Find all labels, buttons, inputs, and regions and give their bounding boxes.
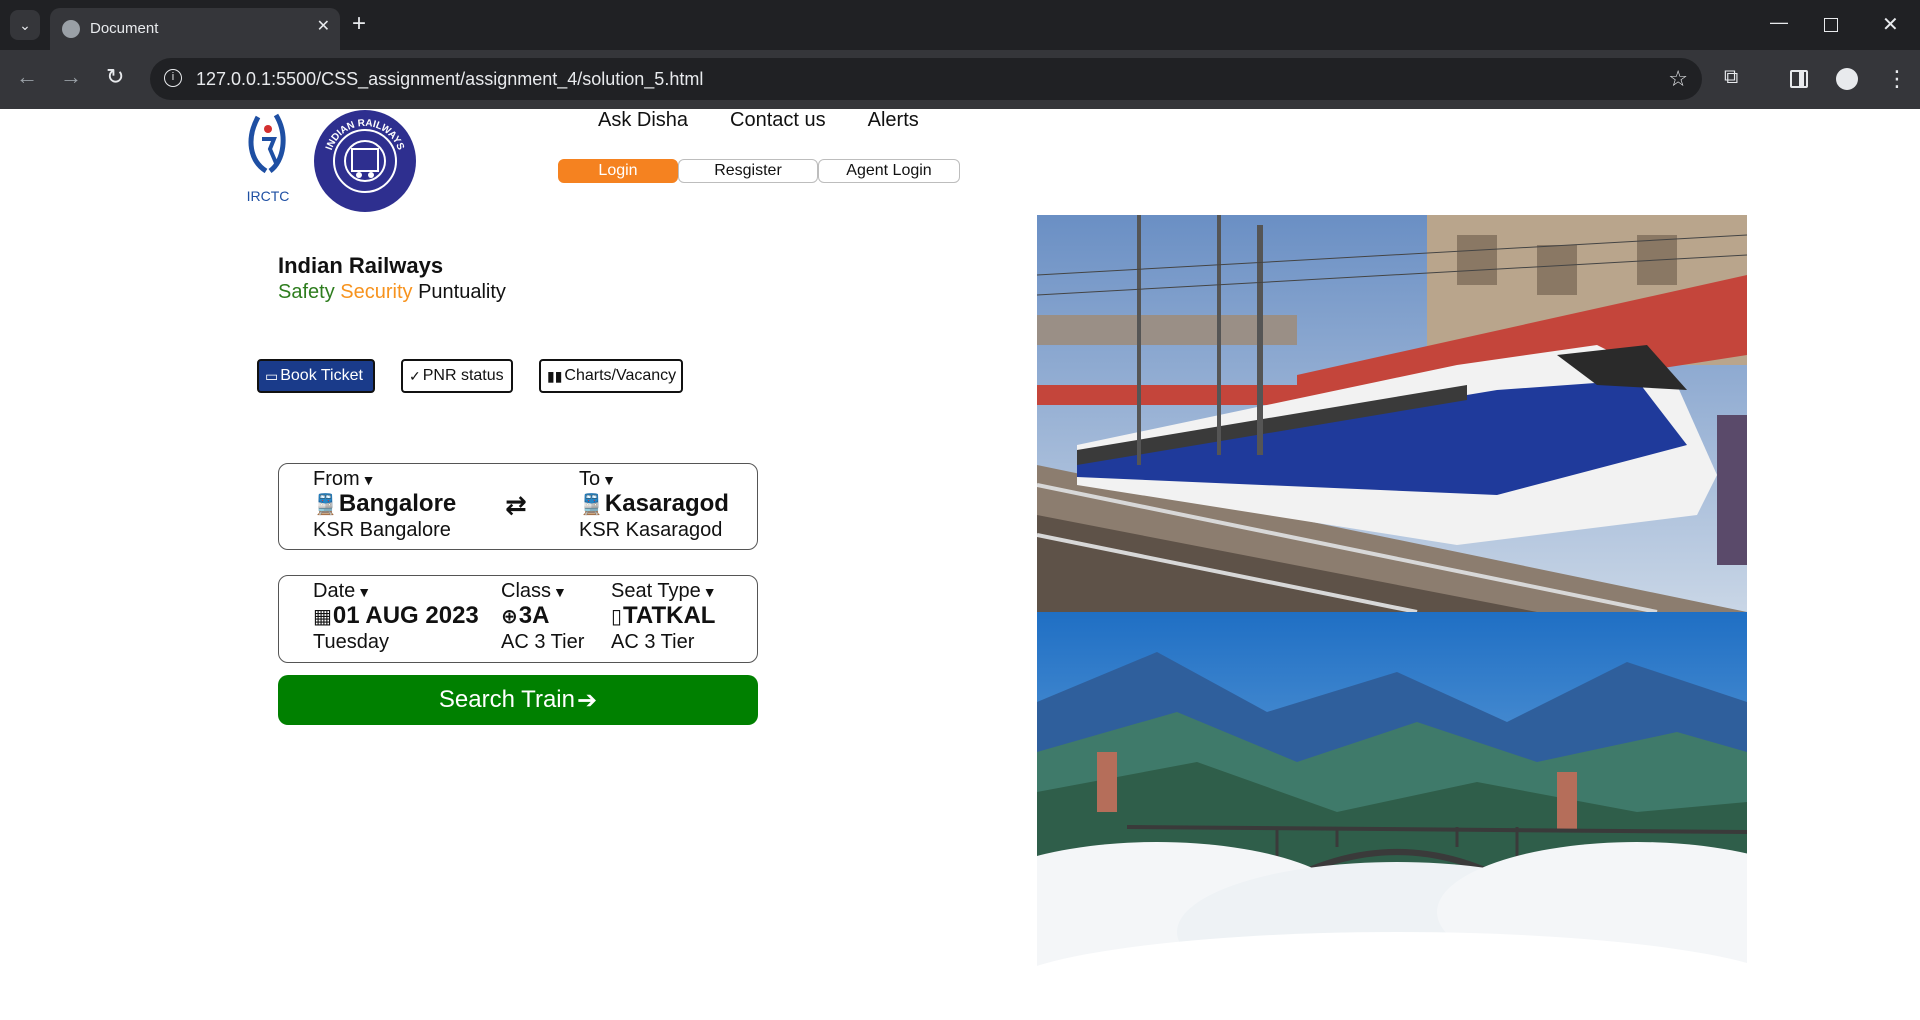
from-field[interactable]: From ▼ 🚆Bangalore KSR Bangalore bbox=[313, 468, 456, 542]
reload-icon[interactable]: ↻ bbox=[106, 64, 124, 90]
chevron-down-icon: ▼ bbox=[357, 584, 372, 600]
from-station: Bangalore bbox=[338, 490, 457, 517]
class-value: 3A bbox=[518, 602, 550, 629]
seat-type-value: TATKAL bbox=[623, 602, 716, 629]
irctc-logo: IRCTC bbox=[247, 113, 290, 204]
login-button[interactable]: Login bbox=[558, 159, 678, 183]
pnr-status-label: PNR status bbox=[422, 367, 504, 384]
train-icon: 🚆 bbox=[579, 494, 604, 516]
seat-type-field[interactable]: Seat Type ▼ ▯TATKAL AC 3 Tier bbox=[611, 580, 717, 654]
maximize-icon[interactable] bbox=[1824, 18, 1838, 32]
pnr-status-button[interactable]: ✓ PNR status bbox=[401, 359, 513, 393]
book-ticket-button[interactable]: ▭ Book Ticket bbox=[257, 359, 375, 393]
browser-tabstrip: ⌄ Document ✕ + — ✕ bbox=[0, 0, 1920, 50]
to-station-sub: KSR Kasaragod bbox=[579, 519, 723, 541]
train-photo bbox=[1037, 215, 1747, 612]
date-sub: Tuesday bbox=[313, 631, 389, 653]
nav-contact-us[interactable]: Contact us bbox=[730, 109, 826, 132]
bar-chart-icon: ▮▮ bbox=[547, 367, 563, 384]
back-icon[interactable]: ← bbox=[16, 64, 38, 90]
charts-vacancy-label: Charts/Vacancy bbox=[564, 367, 677, 384]
browser-tab[interactable]: Document ✕ bbox=[50, 8, 340, 50]
extensions-icon[interactable]: ⧉ bbox=[1724, 66, 1738, 89]
arrow-right-icon: ➔ bbox=[576, 686, 598, 714]
tab-title: Document bbox=[90, 20, 159, 37]
to-field[interactable]: To ▼ 🚆Kasaragod KSR Kasaragod bbox=[579, 468, 729, 542]
journey-card: From ▼ 🚆Bangalore KSR Bangalore ⇄ To ▼ 🚆Ka… bbox=[278, 463, 758, 550]
top-nav: Ask Disha Contact us Alerts bbox=[598, 109, 919, 132]
seat-type-label: Seat Type bbox=[611, 580, 701, 602]
tag-security: Security bbox=[340, 281, 413, 303]
agent-login-button[interactable]: Agent Login bbox=[818, 159, 960, 183]
url-text[interactable]: 127.0.0.1:5500/CSS_assignment/assignment… bbox=[196, 69, 703, 90]
close-icon[interactable]: ✕ bbox=[317, 16, 330, 36]
class-sub: AC 3 Tier bbox=[501, 631, 585, 653]
tag-punctuality: Puntuality bbox=[418, 281, 506, 303]
side-panel-icon[interactable] bbox=[1790, 70, 1808, 88]
chevron-down-icon: ▼ bbox=[702, 584, 717, 600]
tab-search-icon[interactable]: ⌄ bbox=[10, 10, 40, 40]
tag-safety: Safety bbox=[278, 281, 335, 303]
register-button[interactable]: Resgister bbox=[678, 159, 818, 183]
nav-alerts[interactable]: Alerts bbox=[868, 109, 919, 132]
ticket-icon: ▭ bbox=[265, 367, 279, 384]
from-label: From bbox=[313, 468, 360, 490]
window-close-icon[interactable]: ✕ bbox=[1882, 12, 1899, 37]
plus-icon[interactable]: + bbox=[352, 10, 366, 38]
irctc-logo-text: IRCTC bbox=[247, 188, 290, 204]
search-train-label: Search Train bbox=[438, 686, 575, 713]
date-field[interactable]: Date ▼ ▦01 AUG 2023 Tuesday bbox=[313, 580, 479, 654]
date-value: 01 AUG 2023 bbox=[332, 602, 479, 629]
brand-title: Indian Railways bbox=[278, 253, 444, 278]
missing-glyph-icon: ▯ bbox=[611, 606, 623, 628]
class-card: Date ▼ ▦01 AUG 2023 Tuesday Class ▼ ⊕3A AC… bbox=[278, 575, 758, 663]
info-icon[interactable]: i bbox=[164, 69, 182, 87]
chevron-down-icon: ▼ bbox=[602, 472, 616, 488]
search-train-button[interactable]: Search Train ➔ bbox=[278, 675, 758, 725]
date-label: Date bbox=[313, 580, 356, 602]
globe-icon bbox=[62, 20, 80, 38]
class-label: Class bbox=[501, 580, 552, 602]
check-icon: ✓ bbox=[409, 367, 421, 384]
page: IRCTC INDIAN RAILWAYS Ask Disha Contact … bbox=[0, 109, 1920, 1020]
browser-toolbar: ← → ↻ i 127.0.0.1:5500/CSS_assignment/as… bbox=[0, 50, 1920, 109]
train-icon: 🚆 bbox=[313, 494, 338, 516]
plus-circle-icon: ⊕ bbox=[501, 606, 518, 628]
brand-block: Indian Railways Safety Security Puntuali… bbox=[278, 253, 506, 304]
to-label: To bbox=[579, 468, 601, 490]
address-bar[interactable]: i 127.0.0.1:5500/CSS_assignment/assignme… bbox=[150, 58, 1702, 100]
star-icon[interactable]: ☆ bbox=[1668, 66, 1688, 92]
class-field[interactable]: Class ▼ ⊕3A AC 3 Tier bbox=[501, 580, 584, 654]
to-station: Kasaragod bbox=[604, 490, 729, 517]
forward-icon[interactable]: → bbox=[60, 64, 82, 90]
from-station-sub: KSR Bangalore bbox=[313, 519, 451, 541]
charts-vacancy-button[interactable]: ▮▮ Charts/Vacancy bbox=[539, 359, 683, 393]
indian-railways-logo: INDIAN RAILWAYS bbox=[314, 110, 416, 212]
book-ticket-label: Book Ticket bbox=[280, 367, 363, 384]
chevron-down-icon: ▼ bbox=[361, 472, 376, 488]
nav-ask-disha[interactable]: Ask Disha bbox=[598, 109, 688, 132]
swap-icon[interactable]: ⇄ bbox=[505, 490, 527, 521]
profile-icon[interactable] bbox=[1836, 68, 1858, 90]
bridge-photo bbox=[1037, 612, 1747, 1009]
chevron-down-icon: ▼ bbox=[553, 584, 567, 600]
calendar-icon: ▦ bbox=[313, 606, 332, 628]
auth-bar: Login Resgister Agent Login bbox=[558, 159, 960, 183]
brand-tagline: Safety Security Puntuality bbox=[278, 281, 506, 304]
seat-type-sub: AC 3 Tier bbox=[611, 631, 695, 653]
kebab-menu-icon[interactable]: ⋮ bbox=[1886, 66, 1908, 92]
minimize-icon[interactable]: — bbox=[1770, 12, 1788, 33]
